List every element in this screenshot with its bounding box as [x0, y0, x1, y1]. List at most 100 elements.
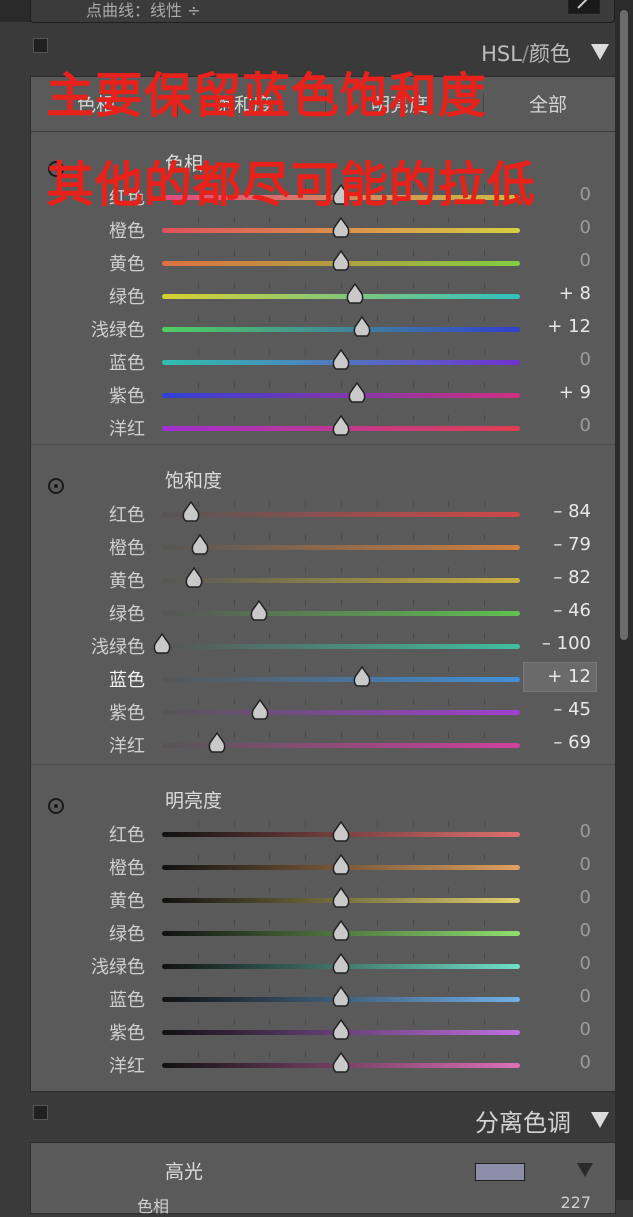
slider-value[interactable]: – 69 — [553, 732, 591, 753]
slider-track[interactable] — [162, 644, 520, 649]
split-toning-triangle-icon[interactable] — [591, 1112, 609, 1128]
slider-thumb[interactable] — [331, 183, 351, 209]
slider-track[interactable] — [162, 327, 520, 332]
slider-value[interactable]: + 9 — [559, 382, 591, 403]
hsl-panel-title[interactable]: HSL/颜色 — [481, 38, 571, 68]
slider-value[interactable]: 0 — [580, 887, 591, 908]
slider-tick — [197, 382, 199, 388]
slider-thumb[interactable] — [331, 886, 351, 912]
panel-scrollbar[interactable] — [615, 0, 633, 1200]
slider-thumb[interactable] — [331, 414, 351, 440]
slider-tick — [269, 633, 271, 639]
slider-value[interactable]: 0 — [580, 986, 591, 1007]
slider-value[interactable]: – 45 — [553, 699, 591, 720]
slider-thumb[interactable] — [249, 599, 269, 625]
slider-value[interactable]: 0 — [580, 920, 591, 941]
slider-value[interactable]: 0 — [580, 1019, 591, 1040]
highlights-color-swatch[interactable] — [475, 1163, 525, 1181]
slider-label: 绿色 — [109, 604, 145, 625]
slider-value[interactable]: + 12 — [547, 316, 591, 337]
slider-track[interactable] — [162, 611, 520, 616]
slider-value[interactable]: + 12 — [547, 666, 591, 687]
slider-thumb[interactable] — [352, 315, 372, 341]
slider-value[interactable]: 0 — [580, 953, 591, 974]
slider-tick — [484, 534, 486, 540]
hsl-collapse-toggle[interactable] — [33, 38, 48, 53]
slider-thumb[interactable] — [331, 853, 351, 879]
slider-track[interactable] — [162, 512, 520, 517]
slider-thumb[interactable] — [345, 282, 365, 308]
tab-luminance[interactable]: 明亮度 — [371, 90, 428, 117]
slider-thumb[interactable] — [207, 731, 227, 757]
slider-thumb[interactable] — [331, 216, 351, 242]
panel-scrollbar-thumb[interactable] — [620, 10, 628, 640]
slider-value[interactable]: + 8 — [559, 283, 591, 304]
slider-thumb[interactable] — [331, 348, 351, 374]
slider-track[interactable] — [162, 710, 520, 715]
slider-value[interactable]: 0 — [580, 854, 591, 875]
slider-row: 黄色 – 82 — [31, 562, 615, 595]
slider-value[interactable]: 0 — [580, 250, 591, 271]
slider-thumb[interactable] — [331, 820, 351, 846]
split-toning-collapse-toggle[interactable] — [33, 1105, 48, 1120]
tab-all[interactable]: 全部 — [529, 90, 567, 117]
slider-value[interactable]: 0 — [580, 217, 591, 238]
slider-thumb[interactable] — [347, 381, 367, 407]
slider-tick — [412, 1019, 414, 1025]
slider-value[interactable]: 0 — [580, 349, 591, 370]
slider-track[interactable] — [162, 294, 520, 299]
slider-tick — [412, 283, 414, 289]
curve-edit-button[interactable] — [568, 0, 600, 14]
slider-tick — [484, 415, 486, 421]
slider-tick — [376, 953, 378, 959]
slider-tick — [269, 349, 271, 355]
highlights-dropdown-icon[interactable] — [577, 1163, 593, 1177]
slider-thumb[interactable] — [352, 665, 372, 691]
slider-thumb[interactable] — [331, 249, 351, 275]
slider-thumb[interactable] — [331, 985, 351, 1011]
section-title-hue: 色相 — [165, 153, 204, 175]
slider-thumb[interactable] — [331, 1018, 351, 1044]
slider-thumb[interactable] — [181, 500, 201, 526]
split-toning-title[interactable]: 分离色调 — [475, 1103, 571, 1138]
slider-value[interactable]: 0 — [580, 415, 591, 436]
slider-thumb[interactable] — [331, 952, 351, 978]
slider-tick — [412, 821, 414, 827]
slider-tick — [376, 699, 378, 705]
slider-value[interactable]: – 100 — [542, 633, 591, 654]
slider-track[interactable] — [162, 677, 520, 682]
slider-value[interactable]: – 82 — [553, 567, 591, 588]
target-adjustment-icon[interactable] — [48, 161, 64, 177]
slider-value[interactable]: 0 — [580, 821, 591, 842]
slider-label: 浅绿色 — [91, 637, 145, 658]
slider-thumb[interactable] — [331, 919, 351, 945]
slider-thumb[interactable] — [190, 533, 210, 559]
tab-hue[interactable]: 色相 — [77, 90, 115, 117]
slider-value[interactable]: – 84 — [553, 501, 591, 522]
target-adjustment-icon[interactable] — [48, 798, 64, 814]
slider-value[interactable]: 0 — [580, 184, 591, 205]
slider-tick — [305, 953, 307, 959]
slider-value[interactable]: 0 — [580, 1052, 591, 1073]
slider-tick — [197, 283, 199, 289]
slider-tick — [448, 415, 450, 421]
highlights-hue-value[interactable]: 227 — [560, 1193, 591, 1212]
slider-thumb[interactable] — [184, 566, 204, 592]
slider-thumb[interactable] — [250, 698, 270, 724]
slider-label: 红色 — [109, 505, 145, 526]
target-adjustment-icon[interactable] — [48, 478, 64, 494]
hsl-collapse-triangle-icon[interactable] — [591, 44, 609, 60]
slider-tick — [412, 854, 414, 860]
slider-value[interactable]: – 46 — [553, 600, 591, 621]
point-curve-field[interactable]: 点曲线：线性 ÷ — [30, 0, 615, 23]
slider-value[interactable]: – 79 — [553, 534, 591, 555]
tab-saturation[interactable]: 饱和度 — [215, 90, 272, 117]
slider-tick — [341, 534, 342, 540]
slider-track[interactable] — [162, 545, 520, 550]
slider-thumb[interactable] — [331, 1051, 351, 1077]
slider-tick — [376, 534, 378, 540]
slider-thumb[interactable] — [152, 632, 172, 658]
slider-track[interactable] — [162, 578, 520, 583]
slider-tick — [269, 986, 271, 992]
slider-track[interactable] — [162, 393, 520, 398]
